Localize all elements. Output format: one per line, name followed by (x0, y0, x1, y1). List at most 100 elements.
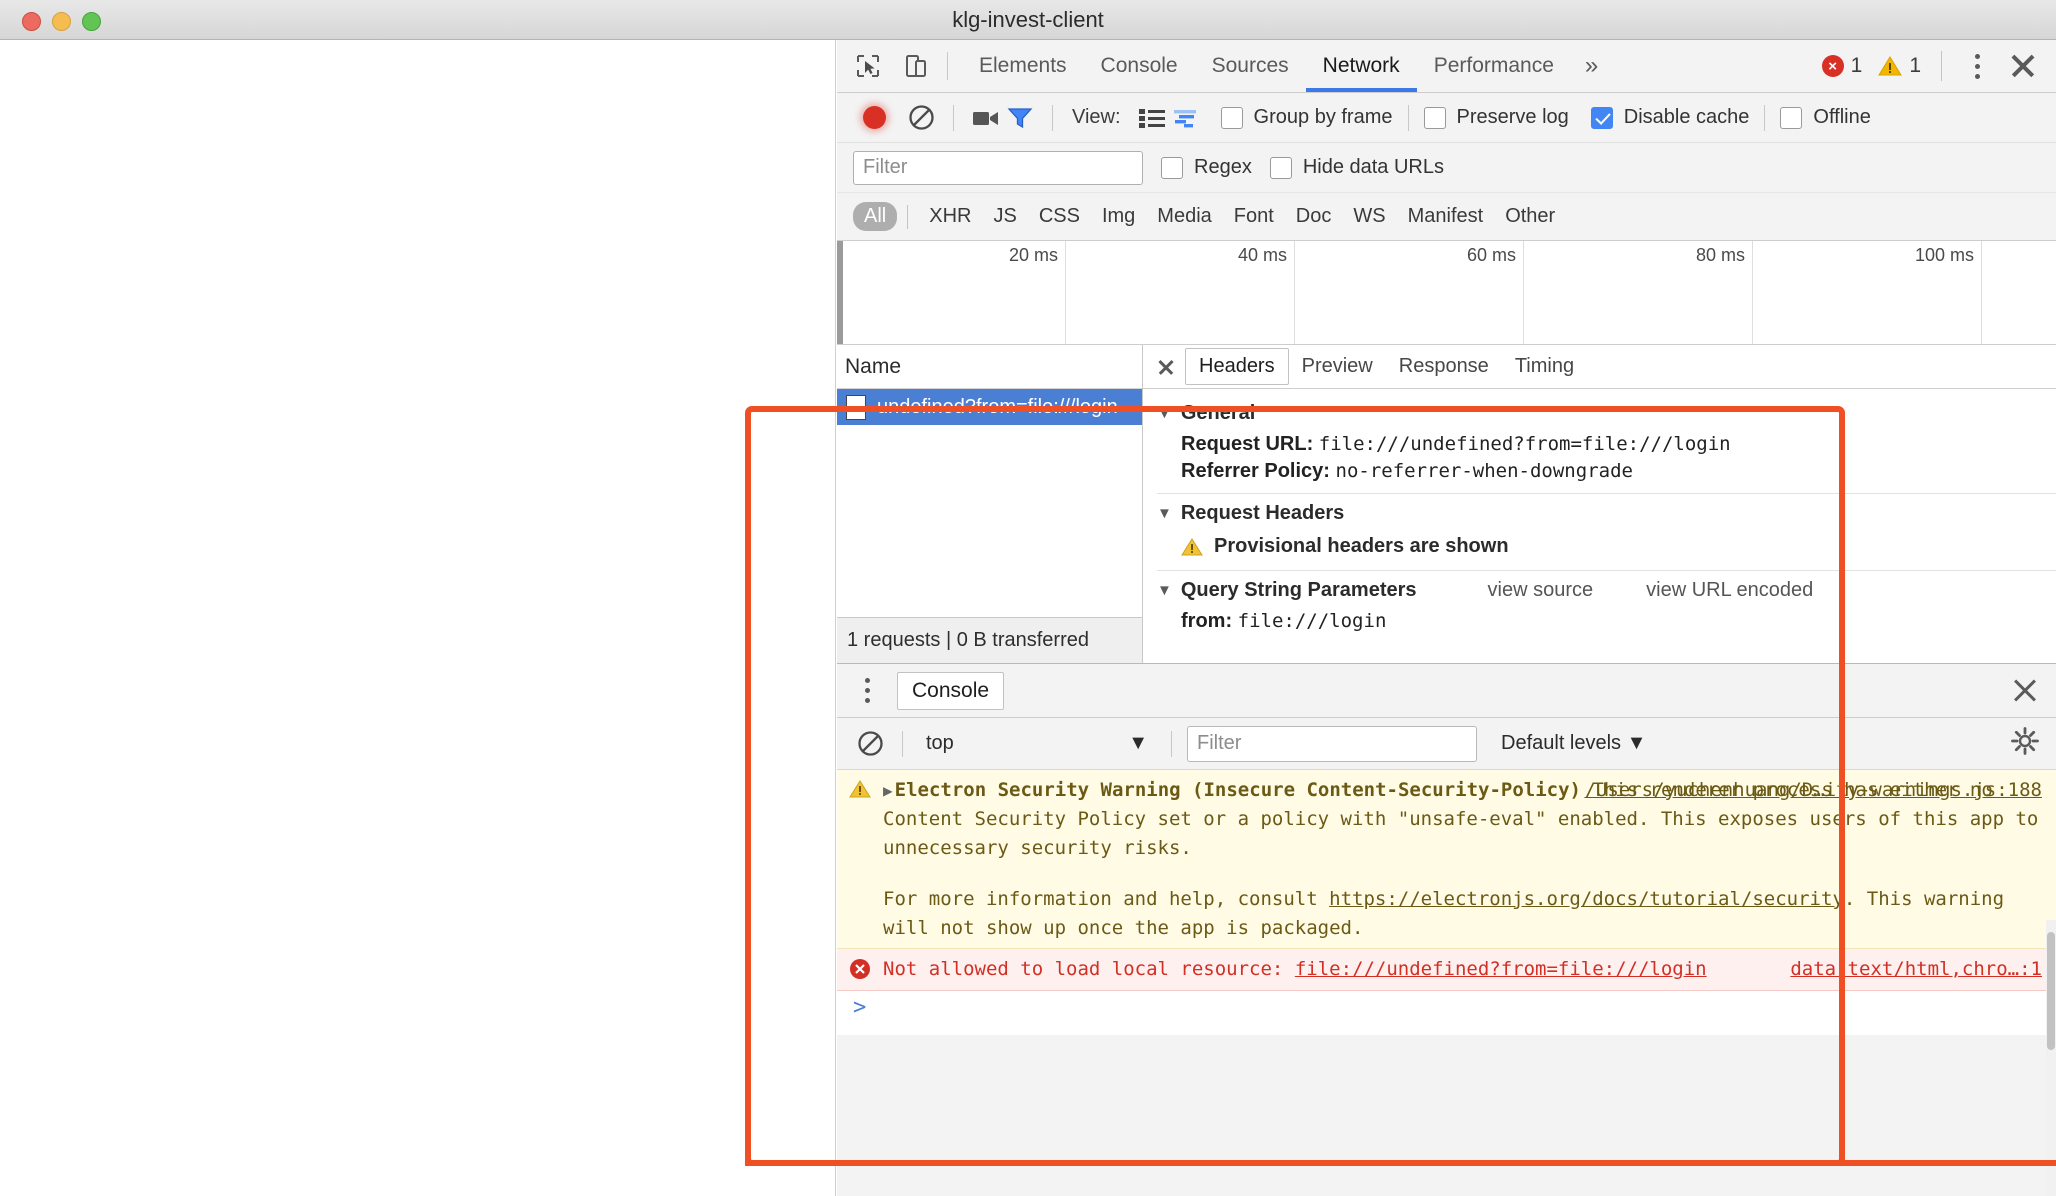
section-request-headers-title: Request Headers (1180, 502, 1345, 524)
disable-cache-checkbox[interactable]: Disable cache (1590, 106, 1749, 129)
chip-other[interactable]: Other (1494, 202, 1566, 231)
hide-data-urls-box[interactable] (1269, 156, 1292, 179)
chip-doc[interactable]: Doc (1285, 202, 1343, 231)
table-row[interactable]: undefined?from=file:///login (837, 389, 1142, 425)
chevron-down-icon: ▼ (1128, 732, 1148, 754)
close-devtools-icon[interactable] (2006, 49, 2040, 83)
chip-js[interactable]: JS (982, 202, 1027, 231)
more-tabs-icon[interactable]: » (1571, 40, 1612, 92)
tabbar-divider (947, 52, 948, 80)
disable-cache-box[interactable] (1590, 106, 1613, 129)
offline-checkbox[interactable]: Offline (1780, 106, 1871, 129)
section-divider-1 (1157, 493, 2056, 494)
network-toolbar: View: Group by frame Preserve log Disabl… (837, 93, 2056, 143)
drawer-menu-icon[interactable] (849, 678, 885, 703)
detail-tab-headers[interactable]: Headers (1185, 348, 1289, 385)
network-split: Name undefined?from=file:///login 1 requ… (837, 345, 2056, 664)
detail-tab-response[interactable]: Response (1386, 349, 1502, 384)
chip-all[interactable]: All (853, 202, 898, 231)
console-settings-gear-icon[interactable] (2010, 726, 2040, 762)
camera-icon[interactable] (969, 101, 1003, 135)
network-overview-ruler[interactable]: 20 ms 40 ms 60 ms 80 ms 100 ms (837, 241, 2056, 345)
chip-manifest[interactable]: Manifest (1397, 202, 1495, 231)
tab-performance[interactable]: Performance (1417, 40, 1571, 92)
request-list-header[interactable]: Name (837, 345, 1142, 389)
chip-img[interactable]: Img (1091, 202, 1146, 231)
offline-box[interactable] (1780, 106, 1803, 129)
resource-type-filters: All XHR JS CSS Img Media Font Doc WS Man… (837, 193, 2056, 241)
waterfall-view-icon[interactable] (1169, 101, 1203, 135)
group-by-frame-box[interactable] (1220, 106, 1243, 129)
section-divider-2 (1157, 570, 2056, 571)
console-message-error[interactable]: Not allowed to load local resource: file… (837, 949, 2056, 992)
console-scrollbar[interactable] (2046, 920, 2056, 1196)
error-count-badge[interactable]: × 1 (1821, 54, 1862, 78)
expand-arrow-icon[interactable]: ▶ (883, 781, 893, 800)
section-general-header[interactable]: ▼ General (1143, 396, 2056, 431)
drawer-tab-console[interactable]: Console (897, 671, 1005, 710)
network-filter-input[interactable] (853, 150, 1143, 185)
preserve-log-box[interactable] (1423, 106, 1446, 129)
console-toolbar: top ▼ Default levels ▼ (837, 718, 2056, 770)
chip-font[interactable]: Font (1223, 202, 1285, 231)
query-from-key: from: (1181, 610, 1233, 632)
row-query-from: from: file:///login (1143, 608, 2056, 635)
error-icon (849, 958, 871, 989)
console-message-warning[interactable]: ▶ Electron Security Warning (Insecure Con… (837, 770, 2056, 950)
error-source-link[interactable]: data:text/html,chro…:1 (1790, 955, 2042, 984)
detail-tabbar: Headers Preview Response Timing (1143, 345, 2056, 389)
inspect-element-icon[interactable] (851, 51, 885, 81)
ruler-tick-40ms: 40 ms (1066, 241, 1295, 344)
tab-network[interactable]: Network (1306, 40, 1417, 92)
drawer-tabbar: Console (837, 664, 2056, 718)
detail-tab-preview[interactable]: Preview (1289, 349, 1386, 384)
ruler-tick-80ms: 80 ms (1524, 241, 1753, 344)
close-detail-icon[interactable] (1149, 350, 1183, 384)
regex-checkbox[interactable]: Regex (1161, 156, 1252, 179)
chevron-down-icon: ▼ (1157, 582, 1172, 599)
chevron-down-icon: ▼ (1157, 505, 1172, 522)
preserve-log-checkbox[interactable]: Preserve log (1423, 106, 1569, 129)
group-by-frame-checkbox[interactable]: Group by frame (1220, 106, 1393, 129)
record-icon[interactable] (863, 106, 886, 129)
app-viewport (0, 40, 836, 1196)
chevron-down-icon: ▼ (1626, 732, 1647, 754)
electron-security-docs-link[interactable]: https://electronjs.org/docs/tutorial/sec… (1329, 888, 1844, 910)
section-query-params-header[interactable]: ▼ Query String Parameters view source vi… (1143, 573, 2056, 608)
chip-ws[interactable]: WS (1342, 202, 1396, 231)
devtools-main-menu-icon[interactable] (1962, 53, 1992, 79)
console-context-select[interactable]: top ▼ (918, 726, 1156, 762)
console-divider-1 (902, 730, 903, 757)
clear-console-icon[interactable] (853, 727, 887, 761)
tab-console[interactable]: Console (1084, 40, 1195, 92)
regex-box[interactable] (1161, 156, 1183, 179)
request-list: Name undefined?from=file:///login 1 requ… (837, 345, 1143, 663)
error-resource-link[interactable]: file:///undefined?from=file:///login (1295, 958, 1707, 980)
tab-elements[interactable]: Elements (962, 40, 1084, 92)
list-view-icon[interactable] (1135, 101, 1169, 135)
chip-xhr[interactable]: XHR (918, 202, 982, 231)
detail-tab-timing[interactable]: Timing (1502, 349, 1587, 384)
console-drawer: Console top ▼ Default leve (837, 664, 2056, 1196)
warning-count-label: 1 (1909, 54, 1921, 77)
query-params-links: view source view URL encoded (1460, 579, 1814, 602)
chip-media[interactable]: Media (1146, 202, 1222, 231)
view-url-encoded-link[interactable]: view URL encoded (1646, 579, 1813, 602)
hide-data-urls-checkbox[interactable]: Hide data URLs (1269, 156, 1444, 179)
window-titlebar: klg-invest-client (0, 0, 2056, 40)
console-filter-input[interactable] (1187, 725, 1477, 762)
close-drawer-icon[interactable] (2008, 674, 2042, 708)
device-toolbar-icon[interactable] (899, 51, 933, 81)
window-title: klg-invest-client (952, 7, 1104, 32)
chip-css[interactable]: CSS (1028, 202, 1091, 231)
toolbar-divider-2 (1052, 104, 1053, 131)
console-input-row[interactable]: > (837, 991, 2056, 1036)
filter-icon[interactable] (1003, 101, 1037, 135)
warning-count-badge[interactable]: 1 (1878, 54, 1921, 78)
tab-sources[interactable]: Sources (1195, 40, 1306, 92)
clear-icon[interactable] (904, 101, 938, 135)
view-source-link[interactable]: view source (1488, 579, 1594, 602)
console-levels-dropdown[interactable]: Default levels ▼ (1501, 732, 1646, 755)
warning-source-link[interactable]: /Users/yuchenhuang/D…ity-warnings.js:188 (1584, 776, 2042, 805)
section-request-headers-header[interactable]: ▼ Request Headers (1143, 496, 2056, 531)
